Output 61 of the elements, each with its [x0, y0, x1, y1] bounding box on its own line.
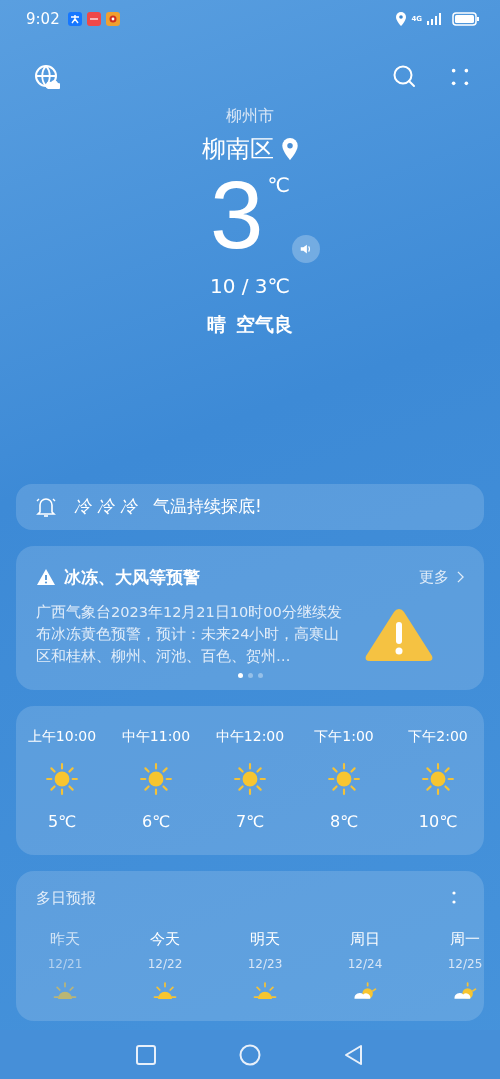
bell-icon: [36, 495, 56, 518]
location-icon: [396, 12, 407, 26]
city-name: 柳州市: [226, 106, 274, 127]
warning-icon: [36, 568, 56, 587]
app-notification-icon: [105, 12, 120, 26]
hour-temperature: 7℃: [235, 811, 265, 831]
air-quality: 空气良: [236, 311, 293, 337]
signal-icon: [427, 13, 443, 25]
status-time: 9:02: [26, 10, 60, 28]
sun-icon: [233, 761, 267, 796]
forecast-title: 多日预报: [36, 888, 96, 908]
forecast-day: 周一: [450, 929, 480, 949]
app-notification-icon: [67, 12, 82, 26]
forecast-date: 12/22: [147, 956, 183, 971]
weather-condition: 晴: [207, 311, 226, 337]
temperature-range: 10 / 3℃: [209, 273, 291, 298]
warning-title: 冰冻、大风等预警: [64, 565, 200, 589]
forecast-day: 今天: [150, 929, 180, 949]
sun-icon: [421, 761, 455, 796]
notice-banner[interactable]: 冷冷冷 气温持续探底!: [16, 483, 484, 530]
district-name: 柳南区: [202, 134, 274, 165]
warning-text: 广西气象台2023年12月21日10时00分继续发布冰冻黄色预警，预计：未来24小时，高寒山区和桂林、柳州、河池、百色、贺州…: [36, 602, 343, 666]
forecast-date: 12/21: [47, 956, 83, 971]
battery-icon: [452, 12, 480, 26]
forecast-date: 12/24: [347, 956, 383, 971]
chevron-right-icon: [457, 571, 464, 584]
menu-icon[interactable]: [450, 67, 470, 87]
hour-time: 上午10:00: [27, 727, 97, 746]
hour-time: 下午2:00: [408, 727, 468, 746]
app-notification-icon: [86, 12, 101, 26]
forecast-day: 明天: [250, 929, 280, 949]
forecast-day: 周日: [350, 929, 380, 949]
hour-time: 中午11:00: [121, 727, 191, 746]
forecast-date: 12/23: [247, 956, 283, 971]
sun-icon: [327, 761, 361, 796]
warning-card[interactable]: 冰冻、大风等预警 更多 广西气象台2023年12月21日10时00分继续发布冰冻黄色预警，预计：未来24小时，高寒山区和桂林、柳州、河池、百色、贺州…: [16, 545, 484, 690]
back-button[interactable]: [343, 1043, 365, 1066]
sun-icon: [139, 761, 173, 796]
globe-cloud-icon[interactable]: [34, 64, 60, 90]
notice-message: 气温持续探底!: [153, 495, 262, 519]
current-temperature: 3: [210, 165, 264, 266]
hour-temperature: 5℃: [47, 811, 77, 831]
hour-time: 中午12:00: [215, 727, 285, 746]
search-icon[interactable]: [392, 64, 418, 90]
sun-icon: [51, 980, 79, 999]
hour-temperature: 6℃: [141, 811, 171, 831]
temperature-unit: ℃: [267, 173, 290, 197]
sun-icon: [45, 761, 79, 796]
home-button[interactable]: [239, 1043, 261, 1066]
hour-temperature: 10℃: [418, 811, 458, 831]
location-pin-icon: [282, 138, 298, 160]
hour-temperature: 8℃: [329, 811, 359, 831]
sun-icon: [251, 980, 279, 999]
notice-effect-text: 冷冷冷: [74, 495, 143, 519]
recent-apps-button[interactable]: [135, 1043, 157, 1066]
forecast-date: 12/25: [447, 956, 483, 971]
hour-time: 下午1:00: [314, 727, 374, 746]
sun-icon: [151, 980, 179, 999]
more-link[interactable]: 更多: [419, 567, 449, 587]
speaker-button[interactable]: [292, 235, 321, 263]
forecast-day: 昨天: [50, 929, 80, 949]
